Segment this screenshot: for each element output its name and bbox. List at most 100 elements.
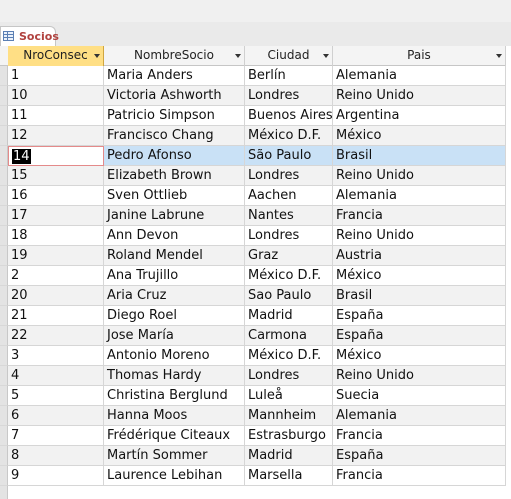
table-cell[interactable]: 17	[8, 206, 104, 226]
table-cell[interactable]: 9	[8, 466, 104, 486]
table-cell[interactable]: Sven Ottlieb	[104, 186, 245, 206]
record-selector[interactable]	[0, 366, 8, 386]
table-row[interactable]: 22 Jose María Carmona España	[0, 326, 511, 346]
table-cell[interactable]: México	[333, 346, 506, 366]
table-cell[interactable]: Luleå	[245, 386, 333, 406]
table-row[interactable]: 4 Thomas Hardy Londres Reino Unido	[0, 366, 511, 386]
table-cell[interactable]: Francisco Chang	[104, 126, 245, 146]
table-cell[interactable]: 21	[8, 306, 104, 326]
record-selector[interactable]	[0, 126, 8, 146]
table-row[interactable]: 9 Laurence Lebihan Marsella Francia	[0, 466, 511, 486]
table-row[interactable]: 8 Martín Sommer Madrid España	[0, 446, 511, 466]
table-cell[interactable]: Graz	[245, 246, 333, 266]
record-selector[interactable]	[0, 326, 8, 346]
table-cell[interactable]: 15	[8, 166, 104, 186]
record-selector[interactable]	[0, 346, 8, 366]
table-row[interactable]: 14 Pedro Afonso São Paulo Brasil	[0, 146, 511, 166]
table-cell[interactable]: 11	[8, 106, 104, 126]
table-cell[interactable]: Frédérique Citeaux	[104, 426, 245, 446]
table-cell[interactable]: Francia	[333, 206, 506, 226]
table-cell[interactable]: México	[333, 126, 506, 146]
table-cell[interactable]: Diego Roel	[104, 306, 245, 326]
table-cell[interactable]: España	[333, 326, 506, 346]
table-cell[interactable]: México	[333, 266, 506, 286]
table-row[interactable]: 15 Elizabeth Brown Londres Reino Unido	[0, 166, 511, 186]
table-cell[interactable]: 19	[8, 246, 104, 266]
record-selector[interactable]	[0, 306, 8, 326]
record-selector[interactable]	[0, 226, 8, 246]
table-cell[interactable]: Alemania	[333, 66, 506, 86]
table-cell[interactable]: Reino Unido	[333, 366, 506, 386]
column-header-nombresocio[interactable]: NombreSocio	[104, 46, 245, 66]
table-cell[interactable]: 10	[8, 86, 104, 106]
column-header-nroconsec[interactable]: NroConsec	[8, 46, 104, 66]
record-selector[interactable]	[0, 146, 8, 166]
table-cell[interactable]: 8	[8, 446, 104, 466]
table-cell[interactable]: 3	[8, 346, 104, 366]
column-header-ciudad[interactable]: Ciudad	[245, 46, 333, 66]
record-selector[interactable]	[0, 286, 8, 306]
table-cell[interactable]: Thomas Hardy	[104, 366, 245, 386]
table-cell[interactable]: Madrid	[245, 306, 333, 326]
table-cell[interactable]: 1	[8, 66, 104, 86]
table-cell[interactable]: Victoria Ashworth	[104, 86, 245, 106]
record-selector[interactable]	[0, 466, 8, 486]
tab-socios[interactable]: Socios	[0, 26, 59, 46]
table-row[interactable]: 18 Ann Devon Londres Reino Unido	[0, 226, 511, 246]
table-row[interactable]: 6 Hanna Moos Mannheim Alemania	[0, 406, 511, 426]
table-cell[interactable]: Londres	[245, 226, 333, 246]
table-cell[interactable]: Brasil	[333, 286, 506, 306]
table-row[interactable]: 10 Victoria Ashworth Londres Reino Unido	[0, 86, 511, 106]
dropdown-arrow-icon[interactable]	[323, 54, 329, 58]
table-cell[interactable]: México D.F.	[245, 126, 333, 146]
table-cell[interactable]: Carmona	[245, 326, 333, 346]
table-cell[interactable]: Berlín	[245, 66, 333, 86]
record-selector[interactable]	[0, 246, 8, 266]
table-cell[interactable]: España	[333, 446, 506, 466]
table-cell[interactable]: Reino Unido	[333, 226, 506, 246]
record-selector[interactable]	[0, 106, 8, 126]
table-cell[interactable]: Londres	[245, 366, 333, 386]
record-selector[interactable]	[0, 86, 8, 106]
table-cell[interactable]: Reino Unido	[333, 86, 506, 106]
table-cell[interactable]: Francia	[333, 426, 506, 446]
table-cell[interactable]: Madrid	[245, 446, 333, 466]
table-row[interactable]: 12 Francisco Chang México D.F. México	[0, 126, 511, 146]
table-cell[interactable]: 22	[8, 326, 104, 346]
record-selector[interactable]	[0, 266, 8, 286]
table-cell[interactable]: Estrasburgo	[245, 426, 333, 446]
table-cell[interactable]: 5	[8, 386, 104, 406]
table-cell[interactable]: Ana Trujillo	[104, 266, 245, 286]
table-row[interactable]: 21 Diego Roel Madrid España	[0, 306, 511, 326]
table-cell[interactable]: Aachen	[245, 186, 333, 206]
table-cell[interactable]: Pedro Afonso	[104, 146, 245, 166]
record-selector[interactable]	[0, 166, 8, 186]
table-cell[interactable]: Sao Paulo	[245, 286, 333, 306]
table-cell[interactable]: Nantes	[245, 206, 333, 226]
table-cell[interactable]: 20	[8, 286, 104, 306]
table-cell[interactable]: México D.F.	[245, 346, 333, 366]
table-row[interactable]: 2 Ana Trujillo México D.F. México	[0, 266, 511, 286]
table-cell[interactable]: Alemania	[333, 406, 506, 426]
table-cell[interactable]: Londres	[245, 86, 333, 106]
table-cell[interactable]: Suecia	[333, 386, 506, 406]
column-header-pais[interactable]: Pais	[333, 46, 506, 66]
record-selector[interactable]	[0, 206, 8, 226]
table-row[interactable]: 11 Patricio Simpson Buenos Aires Argentina	[0, 106, 511, 126]
table-cell[interactable]: Patricio Simpson	[104, 106, 245, 126]
table-cell[interactable]: México D.F.	[245, 266, 333, 286]
table-cell[interactable]: Antonio Moreno	[104, 346, 245, 366]
record-selector[interactable]	[0, 426, 8, 446]
table-cell[interactable]: Alemania	[333, 186, 506, 206]
table-cell[interactable]: Londres	[245, 166, 333, 186]
record-selector[interactable]	[0, 66, 8, 86]
table-cell[interactable]: Aria Cruz	[104, 286, 245, 306]
table-cell[interactable]: 12	[8, 126, 104, 146]
datasheet[interactable]: NroConsec NombreSocio Ciudad Pais 1 Maria…	[0, 46, 511, 499]
table-cell[interactable]: 16	[8, 186, 104, 206]
table-cell[interactable]: Elizabeth Brown	[104, 166, 245, 186]
dropdown-arrow-icon[interactable]	[94, 54, 100, 58]
record-selector[interactable]	[0, 446, 8, 466]
table-cell[interactable]: Hanna Moos	[104, 406, 245, 426]
table-cell[interactable]: Maria Anders	[104, 66, 245, 86]
